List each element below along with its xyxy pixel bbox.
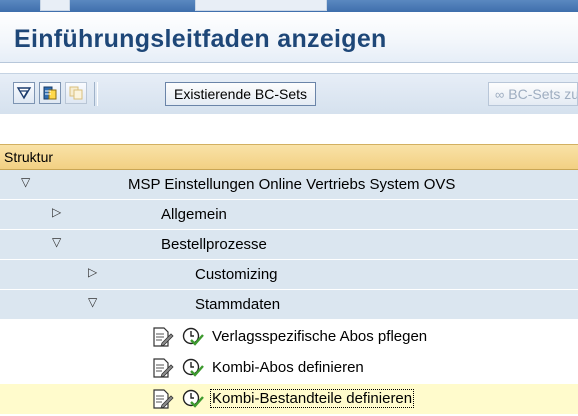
activity-label: Kombi-Abos definieren [212, 359, 364, 376]
tree-node-allgemein[interactable]: ▷ Allgemein [0, 200, 578, 230]
title-bar: Einführungsleitfaden anzeigen [0, 12, 578, 63]
collapsed-icon[interactable]: ▷ [52, 205, 61, 219]
copy-button[interactable] [65, 82, 87, 104]
application-toolbar: Existierende BC-Sets ∞BC-Sets zur Akt [0, 73, 578, 115]
tree-node-stammdaten[interactable]: ▽ Stammdaten [0, 290, 578, 320]
tree-node-bestellprozesse[interactable]: ▽ Bestellprozesse [0, 230, 578, 260]
bc-sets-activity-button[interactable]: ∞BC-Sets zur Akt [488, 82, 578, 106]
clock-check-icon[interactable] [182, 358, 204, 378]
expanded-icon[interactable]: ▽ [52, 235, 61, 249]
column-header-label: Struktur [4, 149, 54, 165]
activity-label: Kombi-Bestandteile definieren [209, 389, 415, 408]
collapsed-icon[interactable]: ▷ [88, 265, 97, 279]
existing-bc-sets-button[interactable]: Existierende BC-Sets [165, 82, 317, 106]
document-edit-icon[interactable] [152, 327, 174, 347]
tab-fragment [40, 0, 70, 11]
filter-button[interactable] [13, 82, 35, 104]
execute-button[interactable] [39, 82, 61, 104]
clock-check-icon[interactable] [182, 389, 204, 409]
page-title: Einführungsleitfaden anzeigen [14, 25, 387, 53]
tree-node-label: Allgemein [161, 206, 227, 223]
tree-node-label: Bestellprozesse [161, 236, 267, 253]
glasses-icon: ∞ [495, 87, 505, 102]
tree-activity-kombi-bestandteile[interactable]: Kombi-Bestandteile definieren [0, 384, 578, 414]
toolbar-separator [94, 82, 98, 106]
bc-sets-activity-label: BC-Sets zur Akt [508, 86, 577, 102]
spacer [0, 114, 578, 144]
copy-icon [69, 86, 83, 100]
document-edit-icon[interactable] [152, 389, 174, 409]
tree-node-label: Customizing [195, 266, 278, 283]
tree-node-msp[interactable]: ▽ MSP Einstellungen Online Vertriebs Sys… [0, 170, 578, 200]
document-edit-icon[interactable] [152, 358, 174, 378]
tree-node-label: Stammdaten [195, 296, 281, 313]
tree-activity-kombi-abos[interactable]: Kombi-Abos definieren [0, 353, 578, 383]
tree-activity-verlagsspezifische-abos[interactable]: Verlagsspezifische Abos pflegen [0, 322, 578, 352]
column-header: Struktur [0, 144, 578, 170]
tree-node-customizing[interactable]: ▷ Customizing [0, 260, 578, 290]
activity-label: Verlagsspezifische Abos pflegen [212, 328, 428, 345]
expanded-icon[interactable]: ▽ [21, 175, 30, 189]
filter-icon [16, 87, 32, 100]
tab-fragment [195, 0, 327, 11]
tree-node-label: MSP Einstellungen Online Vertriebs Syste… [128, 176, 456, 193]
expanded-icon[interactable]: ▽ [88, 295, 97, 309]
execute-icon [43, 86, 57, 100]
clock-check-icon[interactable] [182, 327, 204, 347]
window-top-strip [0, 0, 578, 12]
